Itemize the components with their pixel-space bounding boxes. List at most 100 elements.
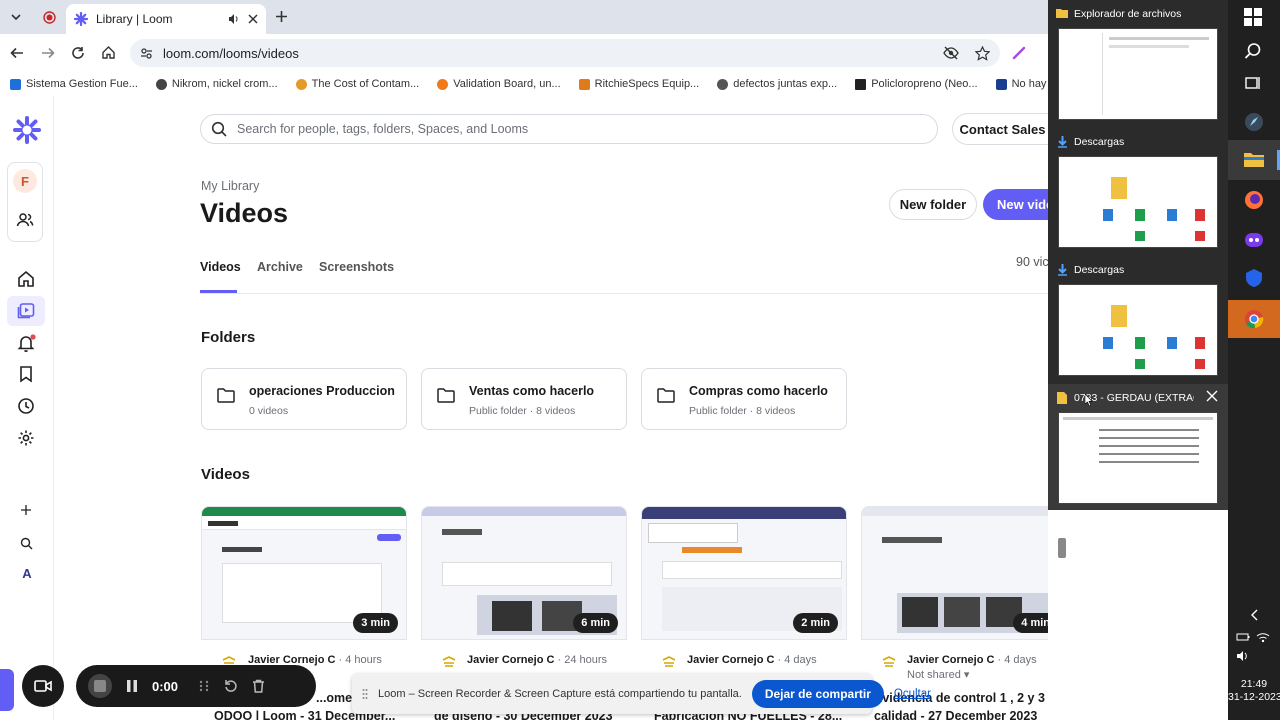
- bookmark-star-icon[interactable]: [975, 45, 990, 61]
- hide-link[interactable]: Ocultar: [894, 688, 931, 700]
- sidebar-item-library[interactable]: [7, 296, 45, 326]
- reload-icon[interactable]: [71, 46, 85, 60]
- volume-icon[interactable]: [1236, 650, 1256, 670]
- folder-card[interactable]: Compras como hacerlo Public folder · 8 v…: [641, 368, 847, 430]
- address-bar[interactable]: loom.com/looms/videos: [130, 39, 1000, 67]
- preview-title[interactable]: Explorador de archivos: [1074, 8, 1194, 20]
- tab-videos[interactable]: Videos: [200, 260, 241, 274]
- card-scroll-handle[interactable]: [1058, 538, 1066, 558]
- system-clock[interactable]: 21:49 31-12-2023: [1228, 678, 1280, 704]
- bookmark-item[interactable]: Policloropreno (Neo...: [855, 78, 978, 90]
- close-tab-icon[interactable]: [248, 14, 258, 24]
- recording-timer: 0:00: [152, 678, 179, 694]
- video-title-line2[interactable]: calidad - 27 December 2023: [874, 709, 1037, 720]
- preview-title[interactable]: Descargas: [1074, 136, 1194, 148]
- folder-card[interactable]: operaciones Produccion 0 videos: [201, 368, 407, 430]
- pause-icon[interactable]: [126, 679, 138, 693]
- stop-recording-button[interactable]: [88, 674, 112, 698]
- file-explorer-icon[interactable]: [1244, 150, 1264, 170]
- tab-archive[interactable]: Archive: [257, 260, 303, 274]
- home-icon[interactable]: [17, 270, 37, 290]
- mask-app-icon[interactable]: [1244, 230, 1264, 250]
- site-info-icon[interactable]: [140, 47, 153, 60]
- folder-name: operaciones Produccion: [249, 384, 395, 398]
- video-author[interactable]: Javier Cornejo C: [687, 654, 774, 666]
- taskbar-preview-panel: Explorador de archivos Descargas Descarg…: [1048, 0, 1228, 510]
- camera-toggle-button[interactable]: [22, 665, 64, 707]
- clock-icon[interactable]: [17, 397, 37, 417]
- workspace-initial[interactable]: A: [16, 566, 38, 584]
- mouse-cursor-icon: [1085, 394, 1093, 406]
- loom-logo-icon[interactable]: [13, 116, 41, 144]
- members-icon[interactable]: [16, 211, 34, 229]
- back-icon[interactable]: [10, 46, 24, 60]
- bookmark-item[interactable]: The Cost of Contam...: [295, 78, 419, 90]
- avatar[interactable]: F: [13, 169, 37, 193]
- bookmark-item[interactable]: Validation Board, un...: [437, 78, 561, 90]
- video-card[interactable]: 4 min: [861, 506, 1067, 720]
- bookmark-item[interactable]: defectos juntas exp...: [717, 78, 837, 90]
- shield-app-icon[interactable]: [1244, 268, 1264, 288]
- breadcrumb[interactable]: My Library: [201, 179, 259, 193]
- window-preview[interactable]: [1058, 284, 1218, 376]
- bookmark-item[interactable]: RitchieSpecs Equip...: [578, 78, 699, 90]
- window-preview[interactable]: [1058, 156, 1218, 248]
- folder-meta: Public folder · 8 videos: [469, 405, 576, 417]
- tab-search-icon[interactable]: [10, 11, 22, 23]
- loom-extension-icon[interactable]: [1011, 45, 1027, 61]
- battery-icon[interactable]: [1236, 632, 1256, 652]
- new-video-button[interactable]: New vide: [983, 189, 1048, 220]
- settings-gear-icon[interactable]: [17, 429, 37, 449]
- tab-loom-library[interactable]: Library | Loom: [66, 4, 266, 34]
- search-icon[interactable]: [20, 537, 40, 557]
- bookmark-item[interactable]: Nikrom, nickel crom...: [155, 78, 278, 90]
- chevron-left-icon[interactable]: [1250, 609, 1270, 629]
- home-icon[interactable]: [101, 45, 116, 60]
- drag-grip-icon[interactable]: [362, 687, 368, 701]
- speaker-icon[interactable]: [228, 13, 240, 25]
- bookmark-item[interactable]: No hay excusa, aquí...: [995, 78, 1048, 90]
- new-tab-icon[interactable]: [275, 10, 288, 23]
- folder-card[interactable]: Ventas como hacerlo Public folder · 8 vi…: [421, 368, 627, 430]
- chrome-icon[interactable]: [1244, 309, 1264, 329]
- recording-tab-icon[interactable]: [43, 11, 56, 24]
- bookmark-favicon-icon: [155, 78, 167, 90]
- loom-launcher-tab[interactable]: [0, 669, 14, 711]
- page-background-right: [1048, 510, 1228, 720]
- tab-screenshots[interactable]: Screenshots: [319, 260, 394, 274]
- video-author[interactable]: Javier Cornejo C: [907, 654, 994, 666]
- preview-title[interactable]: Descargas: [1074, 264, 1194, 276]
- video-thumbnail[interactable]: 6 min: [421, 506, 627, 640]
- add-icon[interactable]: [20, 504, 40, 524]
- rocket-app-icon[interactable]: [1244, 112, 1264, 132]
- search-input[interactable]: Search for people, tags, folders, Spaces…: [200, 114, 938, 144]
- window-preview[interactable]: [1058, 412, 1218, 504]
- search-icon[interactable]: [1244, 42, 1264, 62]
- contact-sales-button[interactable]: Contact Sales: [952, 113, 1052, 145]
- bookmark-favicon-icon: [717, 78, 729, 90]
- stop-sharing-button[interactable]: Dejar de compartir: [751, 680, 884, 708]
- video-thumbnail[interactable]: 3 min: [201, 506, 407, 640]
- loom-sidebar: F A: [0, 96, 54, 720]
- wifi-icon[interactable]: [1256, 630, 1276, 650]
- new-folder-button[interactable]: New folder: [889, 189, 977, 220]
- restart-icon[interactable]: [224, 679, 238, 693]
- notifications-bell-icon[interactable]: [17, 333, 37, 353]
- eye-off-icon[interactable]: [943, 46, 959, 60]
- video-thumbnail[interactable]: 2 min: [641, 506, 847, 640]
- video-thumbnail[interactable]: 4 min: [861, 506, 1067, 640]
- firefox-icon[interactable]: [1244, 190, 1264, 210]
- drag-handle-icon[interactable]: [198, 679, 210, 693]
- video-author[interactable]: Javier Cornejo C: [467, 654, 554, 666]
- search-icon: [211, 121, 227, 137]
- task-view-icon[interactable]: [1244, 74, 1264, 94]
- sharing-status[interactable]: Not shared ▾: [907, 668, 969, 681]
- workspace-switcher: F: [7, 162, 43, 242]
- bookmark-icon[interactable]: [17, 365, 37, 385]
- windows-start-icon[interactable]: [1244, 8, 1264, 28]
- bookmark-item[interactable]: Sistema Gestion Fue...: [10, 78, 138, 90]
- delete-trash-icon[interactable]: [252, 679, 265, 693]
- window-preview[interactable]: [1058, 28, 1218, 120]
- close-preview-icon[interactable]: [1206, 390, 1218, 402]
- forward-icon[interactable]: [41, 46, 55, 60]
